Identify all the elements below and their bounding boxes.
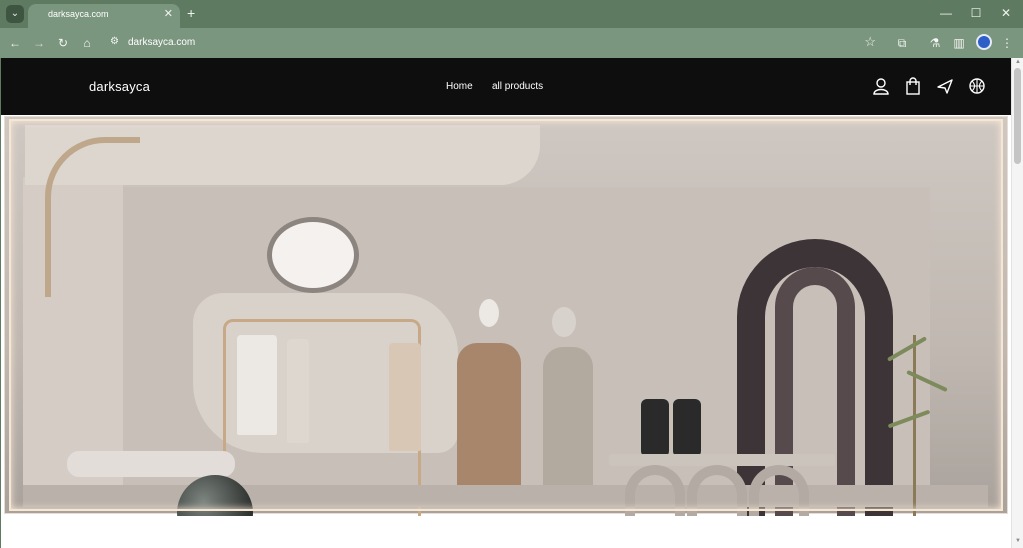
shopping-bag-icon[interactable] bbox=[903, 76, 923, 96]
tab-title: darksayca.com bbox=[48, 9, 109, 19]
web-page: darksayca Home all products bbox=[1, 58, 1011, 548]
home-icon[interactable]: ⌂ bbox=[78, 34, 96, 52]
site-header: darksayca Home all products bbox=[1, 58, 1011, 115]
user-icon[interactable] bbox=[871, 76, 891, 96]
arrow-right-icon[interactable]: → bbox=[30, 34, 48, 52]
chevron-down-icon[interactable]: ⌄ bbox=[6, 5, 24, 23]
hero-banner bbox=[4, 116, 1008, 548]
star-icon[interactable]: ☆ bbox=[864, 34, 876, 50]
browser-toolbar: ← → ↻ ⌂ ⚙ darksayca.com ☆ ⧉ ⚗ ▥ ⋮ bbox=[0, 28, 1023, 58]
plus-icon[interactable]: + bbox=[187, 5, 195, 21]
scroll-thumb[interactable] bbox=[1014, 68, 1021, 164]
tab-active[interactable]: darksayca.com ✕ bbox=[28, 4, 180, 28]
nav-all-products[interactable]: all products bbox=[492, 81, 543, 92]
arrow-left-icon[interactable]: ← bbox=[6, 34, 24, 52]
puzzle-icon[interactable]: ⧉ bbox=[893, 34, 911, 52]
airplane-icon[interactable] bbox=[935, 76, 955, 96]
url-text[interactable]: darksayca.com bbox=[128, 37, 195, 48]
page-content-below bbox=[1, 516, 1011, 548]
address-bar[interactable]: ⚙ darksayca.com ☆ bbox=[102, 32, 882, 54]
scroll-down-icon[interactable]: ▼ bbox=[1014, 538, 1022, 544]
close-icon[interactable]: ✕ bbox=[164, 7, 173, 20]
tab-strip: ⌄ darksayca.com ✕ + — ☐ ✕ bbox=[0, 0, 1023, 28]
tune-icon[interactable]: ⚙ bbox=[110, 36, 119, 47]
basketball-icon[interactable] bbox=[967, 76, 987, 96]
minimize-icon[interactable]: — bbox=[936, 5, 956, 21]
scroll-up-icon[interactable]: ▲ bbox=[1014, 59, 1022, 65]
browser-window: ⌄ darksayca.com ✕ + — ☐ ✕ ← → ↻ ⌂ ⚙ dark… bbox=[0, 0, 1023, 548]
maximize-icon[interactable]: ☐ bbox=[966, 5, 986, 21]
nav-home[interactable]: Home bbox=[446, 81, 473, 92]
flask-icon[interactable]: ⚗ bbox=[926, 34, 944, 52]
reload-icon[interactable]: ↻ bbox=[54, 34, 72, 52]
kebab-icon[interactable]: ⋮ bbox=[998, 34, 1016, 52]
hero-frame-light bbox=[9, 119, 1003, 511]
page-scrollbar[interactable]: ▲ ▼ bbox=[1011, 58, 1023, 548]
close-icon[interactable]: ✕ bbox=[996, 5, 1016, 21]
site-logo[interactable]: darksayca bbox=[89, 79, 150, 94]
sidebar-icon[interactable]: ▥ bbox=[950, 34, 968, 52]
profile-icon[interactable] bbox=[976, 34, 992, 50]
